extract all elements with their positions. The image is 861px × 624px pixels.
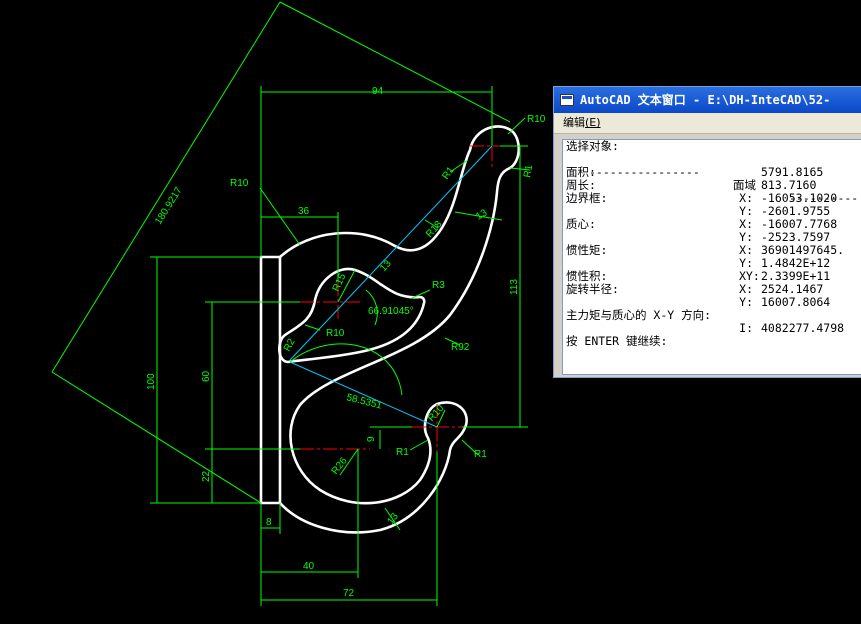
- radius-r26: R26: [330, 455, 350, 477]
- dim-60: 60: [201, 370, 212, 382]
- radius-r92: R92: [451, 342, 470, 353]
- dim-13-upper: 13: [474, 207, 490, 222]
- menu-edit-label: 编辑: [563, 116, 585, 129]
- autocad-text-window[interactable]: AutoCAD 文本窗口 - E:\DH-InteCAD\52- 编辑(E) 选…: [553, 86, 861, 378]
- dim-40: 40: [303, 561, 315, 572]
- outer-profile: [279, 125, 520, 534]
- radius-r1-mid: R1: [396, 447, 409, 458]
- radius-r1-top: R1: [440, 165, 457, 182]
- menu-edit-shortcut: (E): [585, 116, 601, 129]
- property-value: 16007.8064: [761, 295, 831, 309]
- command-history-area[interactable]: 选择对象: ---------------- 面域 ---------- 面积:…: [562, 139, 861, 375]
- dimension-texts: 94 36 40 72 8 113 100 60 22 180.9217 58.…: [146, 86, 546, 599]
- dim-9: 9: [366, 436, 377, 442]
- dim-13-mid: 13: [378, 258, 394, 274]
- radius-r1-right: R1: [522, 164, 535, 179]
- property-label: 主力矩与质心的 X-Y 方向:: [566, 308, 712, 322]
- part-outline: [259, 125, 520, 534]
- property-row: 面积: 5791.8165: [563, 166, 861, 179]
- text-window-title: AutoCAD 文本窗口 - E:\DH-InteCAD\52-: [580, 93, 831, 107]
- dim-94: 94: [372, 86, 384, 97]
- dim-angle: 66.91045°: [368, 306, 414, 317]
- dim-113: 113: [509, 279, 520, 295]
- radius-r10-left: R10: [230, 178, 249, 189]
- dim-22: 22: [201, 470, 212, 482]
- dim-100: 100: [146, 373, 157, 390]
- dim-180-9217: 180.9217: [153, 185, 185, 227]
- property-axis: Y:: [739, 295, 753, 309]
- property-label: 边界框:: [566, 191, 608, 205]
- dim-36: 36: [298, 206, 310, 217]
- back-plate: [259, 255, 282, 505]
- mass-properties-list: 面积: 5791.8165 周长: 813.7160 边界框: X: -16053.1020…: [563, 166, 861, 335]
- property-label: 质心:: [566, 217, 596, 231]
- property-axis: I:: [739, 321, 753, 335]
- menu-edit[interactable]: 编辑(E): [563, 116, 601, 129]
- command-line: 选择对象:: [566, 139, 619, 153]
- radius-r10-low: R10: [426, 403, 447, 424]
- text-window-titlebar[interactable]: AutoCAD 文本窗口 - E:\DH-InteCAD\52-: [554, 87, 861, 113]
- radius-r3: R3: [432, 280, 445, 291]
- radius-r10-inner: R10: [326, 328, 345, 339]
- radius-r10-top: R10: [527, 114, 546, 125]
- autocad-window-icon[interactable]: [560, 94, 574, 106]
- dim-13-lower: 13: [385, 511, 401, 527]
- radius-r1-low: R1: [474, 449, 487, 460]
- text-window-menubar: 编辑(E): [554, 113, 861, 134]
- continue-prompt: 按 ENTER 键继续:: [566, 334, 668, 348]
- property-label: 旋转半径:: [566, 282, 619, 296]
- radius-r2: R2: [282, 337, 298, 354]
- dim-8: 8: [266, 517, 272, 528]
- property-value: 4082277.4798: [761, 321, 845, 335]
- dim-72: 72: [343, 588, 355, 599]
- property-label: 惯性矩:: [566, 243, 608, 257]
